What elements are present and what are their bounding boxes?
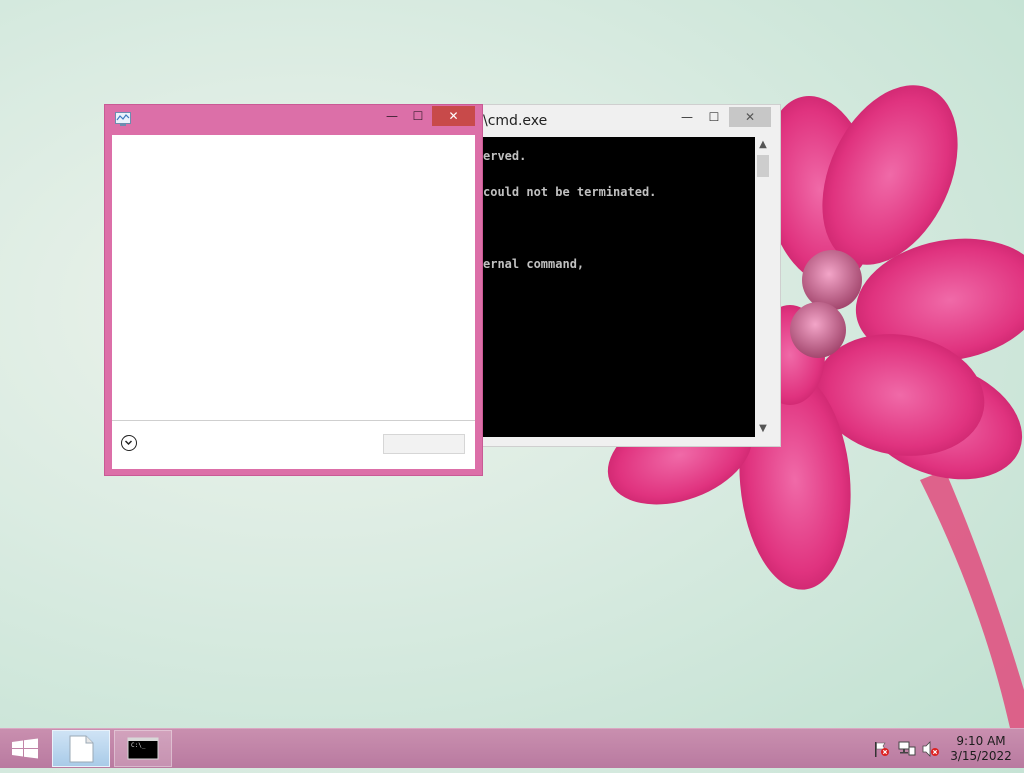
volume-muted-icon[interactable] bbox=[922, 741, 940, 757]
cmd-window-title: \cmd.exe bbox=[483, 113, 548, 129]
scroll-thumb[interactable] bbox=[757, 155, 769, 177]
clock-time: 9:10 AM bbox=[956, 734, 1006, 748]
system-clock[interactable]: 9:10 AM 3/15/2022 bbox=[946, 734, 1016, 764]
minimize-button[interactable]: — bbox=[674, 107, 700, 127]
start-button[interactable] bbox=[0, 729, 50, 769]
taskbar-item-cmd[interactable]: C:\_ bbox=[114, 730, 172, 767]
taskbar: C:\_ 9:10 AM 3/15/2022 bbox=[0, 728, 1024, 768]
dialog-footer bbox=[112, 420, 475, 469]
vertical-scrollbar[interactable]: ▲ ▼ bbox=[755, 137, 771, 437]
minimize-button[interactable]: — bbox=[379, 106, 405, 126]
dialog-window[interactable]: — ☐ ✕ bbox=[104, 104, 483, 476]
close-button[interactable]: ✕ bbox=[432, 106, 475, 126]
scroll-down-icon[interactable]: ▼ bbox=[755, 421, 771, 437]
expand-details-icon[interactable] bbox=[121, 435, 137, 451]
maximize-button[interactable]: ☐ bbox=[701, 107, 727, 127]
scroll-up-icon[interactable]: ▲ bbox=[755, 137, 771, 153]
cmd-window[interactable]: \cmd.exe — ☐ ✕ erved. could not be termi… bbox=[474, 104, 781, 447]
network-icon[interactable] bbox=[898, 741, 916, 757]
app-icon bbox=[115, 112, 131, 126]
action-center-flag-icon[interactable] bbox=[873, 741, 891, 757]
console-line: ernal command, bbox=[483, 257, 585, 271]
taskbar-item-dialog[interactable] bbox=[52, 730, 110, 767]
close-button[interactable]: ✕ bbox=[729, 107, 771, 127]
cmd-titlebar[interactable]: \cmd.exe — ☐ ✕ bbox=[475, 105, 780, 137]
maximize-button[interactable]: ☐ bbox=[405, 106, 431, 126]
console-output[interactable]: erved. could not be terminated. ernal co… bbox=[481, 137, 755, 437]
console-line: erved. bbox=[483, 149, 527, 163]
clock-date: 3/15/2022 bbox=[950, 749, 1012, 763]
dialog-action-button[interactable] bbox=[383, 434, 465, 454]
command-prompt-icon-text: C:\_ bbox=[131, 742, 146, 749]
blank-document-icon bbox=[69, 735, 94, 763]
dialog-content bbox=[112, 135, 475, 469]
console-line: could not be terminated. bbox=[483, 185, 657, 199]
windows-logo-icon bbox=[12, 738, 38, 759]
